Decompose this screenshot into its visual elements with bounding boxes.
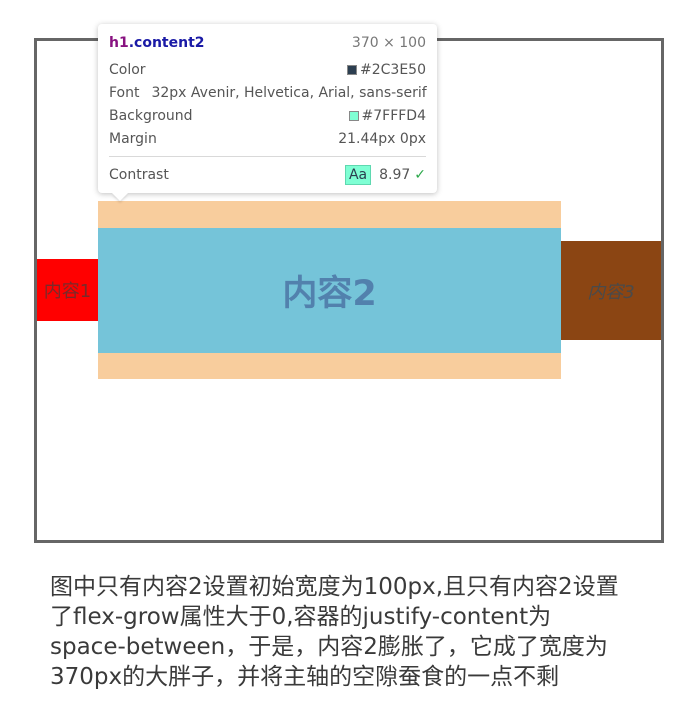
row-label: Contrast [109, 167, 169, 183]
flex-item-1-label: 内容1 [43, 281, 92, 302]
row-value: Aa 8.97 ✓ [344, 165, 426, 185]
tooltip-header: h1.content2 370 × 100 [109, 33, 426, 53]
flex-item-2-label: 内容2 [282, 274, 377, 314]
contrast-value: 8.97 [379, 167, 411, 183]
devtools-inspect-tooltip: h1.content2 370 × 100 Color #2C3E50 Font… [98, 24, 437, 193]
flex-item-3-label: 内容3 [587, 281, 635, 303]
check-icon: ✓ [414, 167, 426, 183]
row-value: #2C3E50 [347, 62, 426, 78]
tooltip-row-background: Background #7FFFD4 [109, 106, 426, 126]
flex-item-1[interactable]: 内容1 [37, 259, 98, 321]
row-label: Color [109, 62, 146, 78]
row-value: #7FFFD4 [348, 108, 426, 124]
caption-text: 图中只有内容2设置初始宽度为100px,且只有内容2设置 了flex-grow属… [50, 572, 670, 692]
row-label: Margin [109, 131, 157, 147]
selector-class: .content2 [128, 35, 205, 51]
background-swatch-icon [348, 111, 359, 121]
caption-line: 图中只有内容2设置初始宽度为100px,且只有内容2设置 [50, 574, 619, 600]
tooltip-divider [109, 156, 426, 157]
element-selector: h1.content2 [109, 35, 205, 51]
tooltip-row-font: Font 32px Avenir, Helvetica, Arial, sans… [109, 83, 427, 103]
flex-item-3[interactable]: 内容3 [561, 241, 661, 340]
row-label: Background [109, 108, 193, 124]
tooltip-row-contrast: Contrast Aa 8.97 ✓ [109, 165, 426, 185]
contrast-sample-badge: Aa [344, 165, 372, 185]
tooltip-row-color: Color #2C3E50 [109, 60, 426, 80]
background-value: #7FFFD4 [361, 108, 426, 124]
margin-value: 21.44px 0px [338, 131, 426, 147]
caption-line: 了flex-grow属性大于0,容器的justify-content为 [50, 604, 552, 630]
selector-tag: h1 [109, 35, 129, 51]
flex-item-2[interactable]: 内容2 [98, 228, 561, 353]
caption-line: 370px的大胖子，并将主轴的空隙蚕食的一点不剩 [50, 664, 560, 690]
element-dimensions: 370 × 100 [351, 35, 426, 51]
font-value: 32px Avenir, Helvetica, Arial, sans-seri… [151, 85, 427, 101]
row-label: Font [109, 85, 140, 101]
color-value: #2C3E50 [360, 62, 426, 78]
tooltip-row-margin: Margin 21.44px 0px [109, 129, 426, 149]
caption-line: space-between，于是，内容2膨胀了，它成了宽度为 [50, 634, 608, 660]
color-swatch-icon [347, 65, 358, 75]
